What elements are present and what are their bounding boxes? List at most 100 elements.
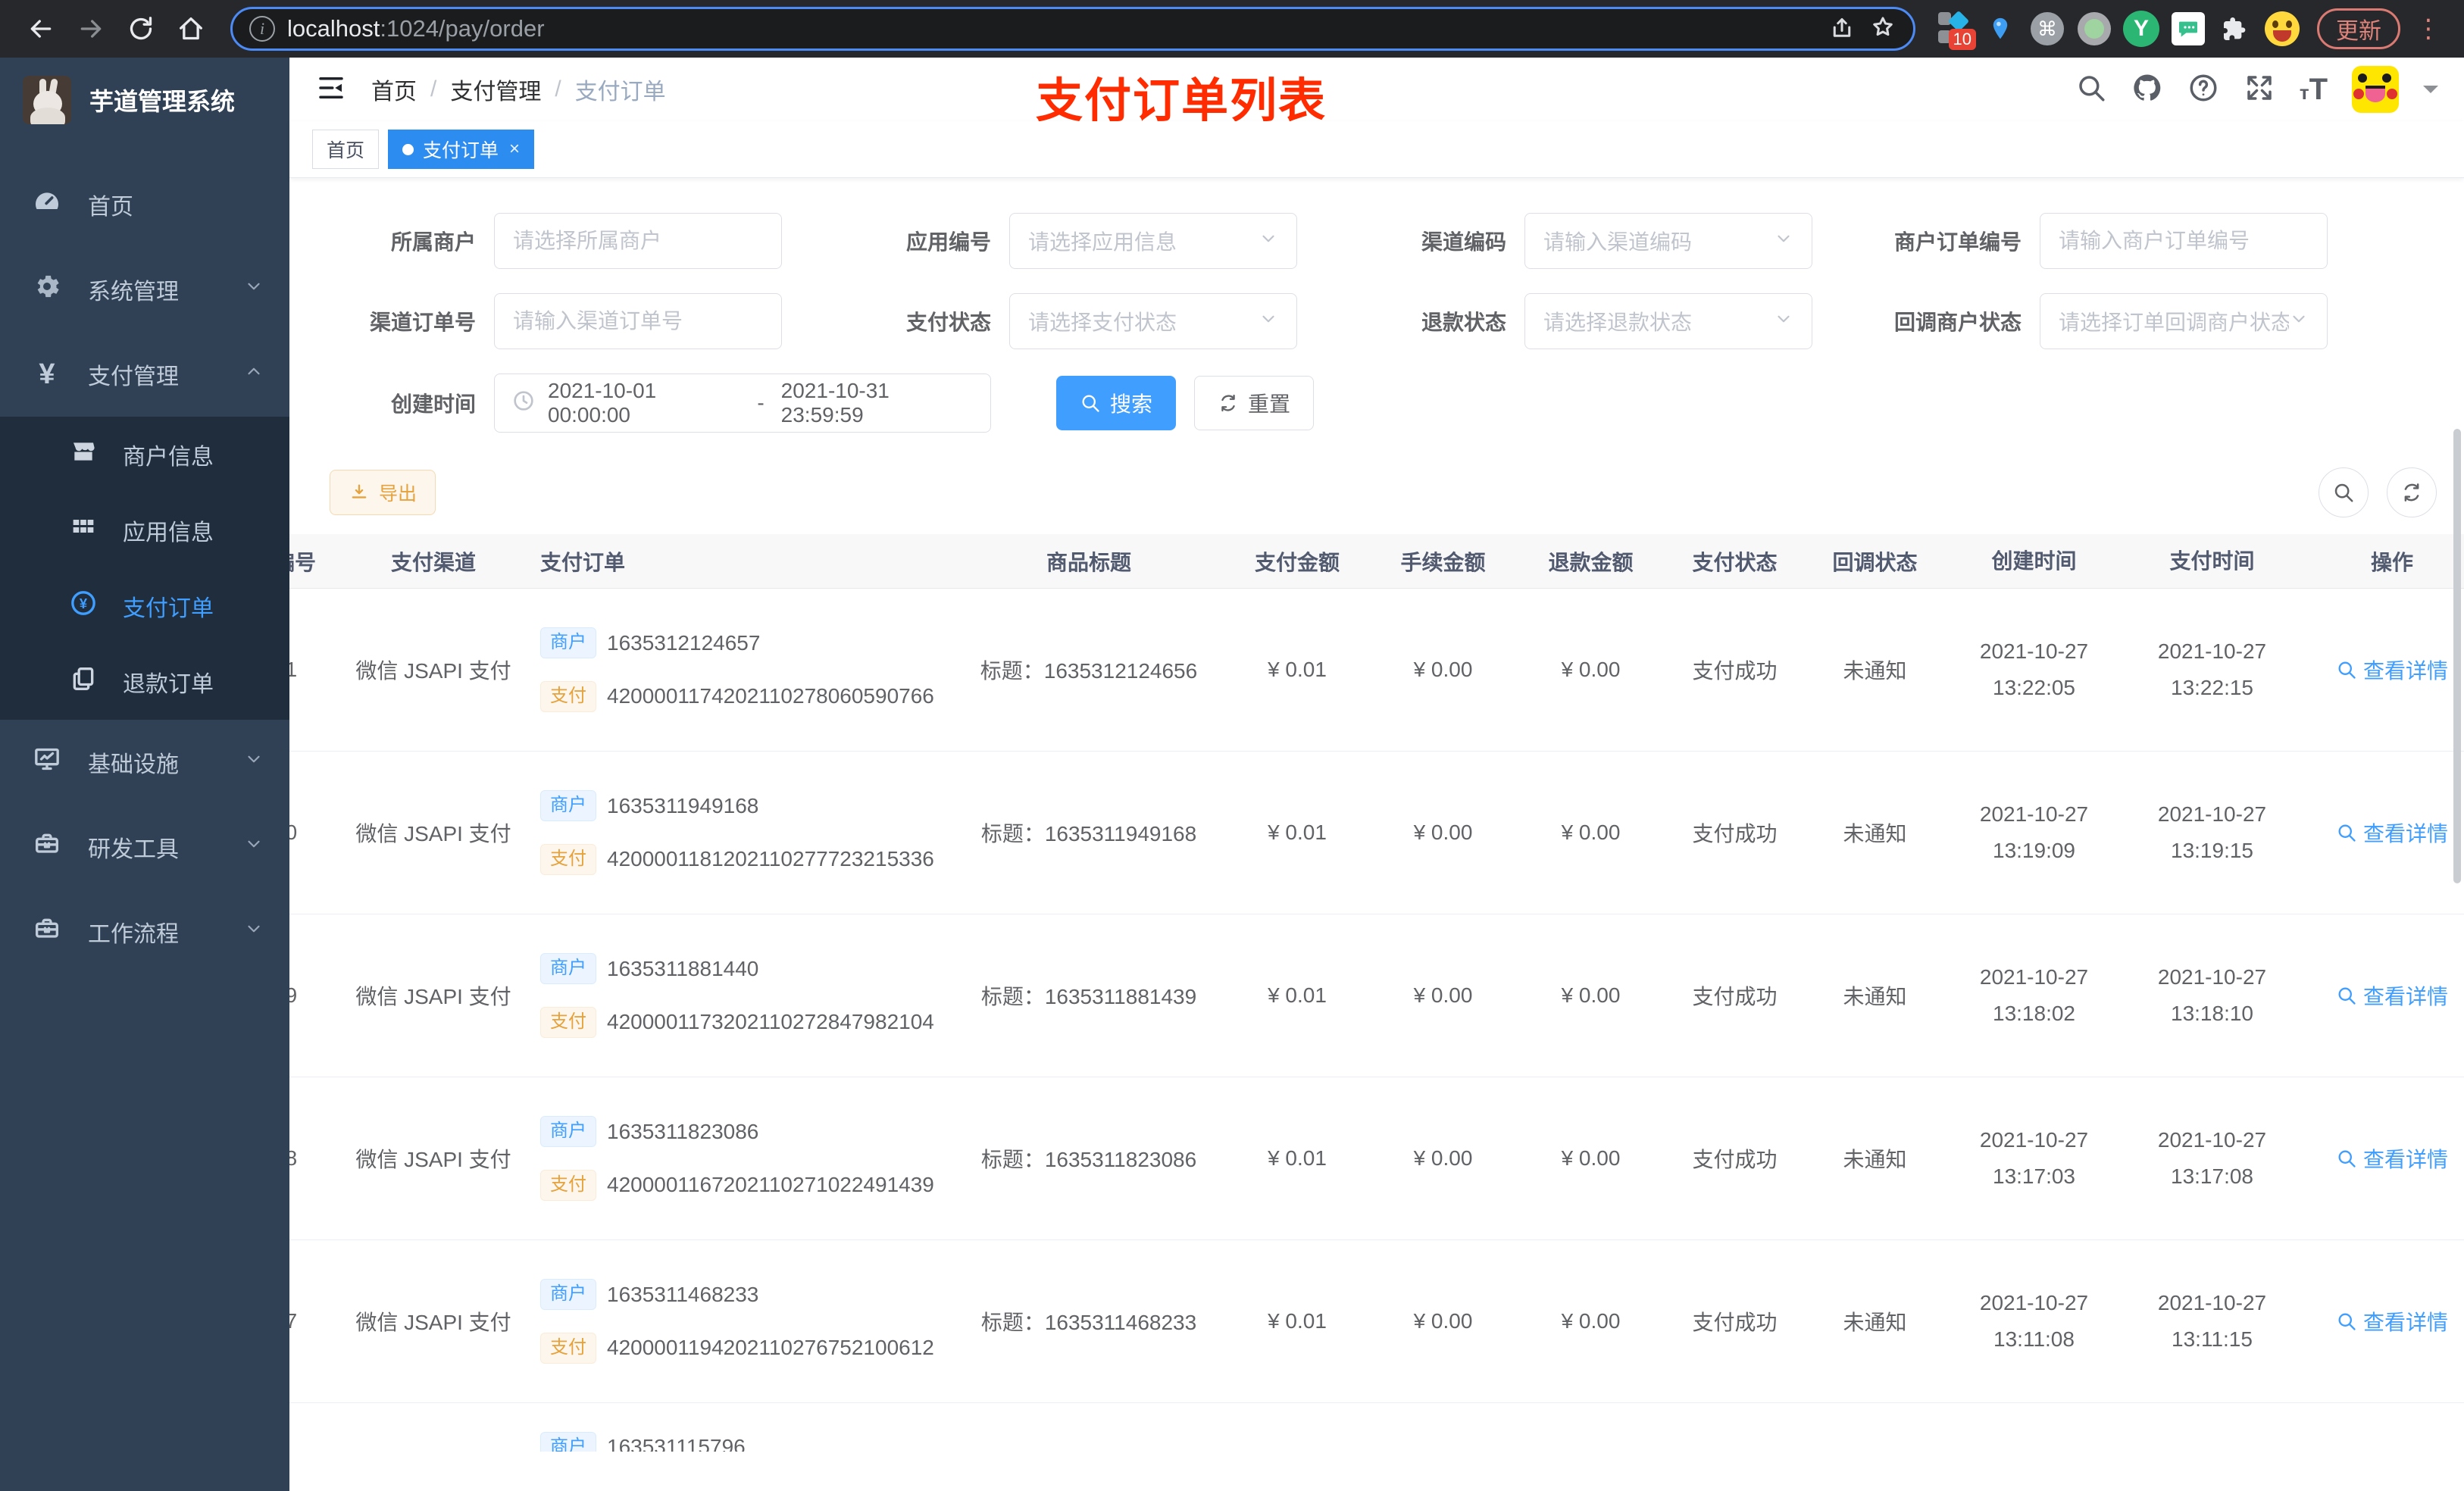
extension-chat-icon[interactable] xyxy=(2169,8,2208,50)
pay-status-select[interactable]: 请选择支付状态 xyxy=(1009,293,1297,349)
export-button[interactable]: 导出 xyxy=(330,470,436,515)
filter-row-3: 创建时间 2021-10-01 00:00:00 - 2021-10-31 23… xyxy=(302,374,2464,433)
merchant-tag: 商户 xyxy=(540,627,596,658)
gear-icon xyxy=(30,271,64,308)
view-detail-link[interactable]: 查看详情 xyxy=(2336,655,2448,685)
channel-order-no-input[interactable] xyxy=(494,293,782,349)
extension-tabs-icon[interactable]: 10 xyxy=(1934,8,1976,50)
sidebar-item-workflow[interactable]: 工作流程 xyxy=(0,889,289,974)
extension-recorder-icon[interactable] xyxy=(2075,8,2114,50)
chevron-down-icon xyxy=(1259,229,1278,254)
search-button[interactable]: 搜索 xyxy=(1056,376,1177,430)
app-title: 芋道管理系统 xyxy=(89,88,236,115)
browser-reload-button[interactable] xyxy=(120,8,162,50)
filter-notify-status: 回调商户状态 请选择订单回调商户状态 xyxy=(1847,293,2328,349)
tag-pay-order[interactable]: 支付订单 × xyxy=(388,130,535,169)
pay-tag: 支付 xyxy=(540,1170,596,1201)
hamburger-icon[interactable] xyxy=(315,72,347,108)
merchant-order-no-input[interactable] xyxy=(2040,213,2328,269)
view-detail-link[interactable]: 查看详情 xyxy=(2336,1306,2448,1336)
chrome-menu-icon[interactable]: ⋮ xyxy=(2416,14,2441,44)
github-icon[interactable] xyxy=(2131,72,2163,108)
view-detail-link[interactable]: 查看详情 xyxy=(2336,980,2448,1011)
filter-label: 商户订单编号 xyxy=(1893,230,2022,254)
merchant-tag: 商户 xyxy=(540,790,596,821)
pay-tag: 支付 xyxy=(540,1333,596,1364)
breadcrumb-pay[interactable]: 支付管理 xyxy=(450,73,541,106)
extensions-puzzle-icon[interactable] xyxy=(2215,8,2255,50)
browser-back-button[interactable] xyxy=(20,8,62,50)
date-end[interactable]: 2021-10-31 23:59:59 xyxy=(781,379,974,427)
extension-command-icon[interactable]: ⌘ xyxy=(2028,8,2067,50)
bookmark-star-icon[interactable] xyxy=(1869,14,1896,45)
sidebar-item-system[interactable]: 系统管理 xyxy=(0,247,289,332)
reset-button[interactable]: 重置 xyxy=(1194,376,1315,430)
sidebar: 芋道管理系统 首页 系统管理 ¥ 支付管理 商户信息 应用信息 支付订单 退款订… xyxy=(0,58,289,1491)
monitor-icon xyxy=(30,744,64,780)
view-detail-link[interactable]: 查看详情 xyxy=(2336,1143,2448,1174)
filter-channel-order-no: 渠道订单号 xyxy=(302,293,782,349)
chrome-update-button[interactable]: 更新 xyxy=(2317,8,2400,49)
merchant-tag: 商户 xyxy=(540,953,596,984)
col-action: 操作 xyxy=(2370,550,2413,574)
browser-home-button[interactable] xyxy=(170,8,212,50)
col-created: 创建时间 xyxy=(1991,549,2077,573)
col-fee: 手续金额 xyxy=(1400,550,1486,574)
help-icon[interactable] xyxy=(2187,72,2219,108)
documents-icon xyxy=(67,664,100,700)
vertical-scrollbar[interactable] xyxy=(2453,429,2461,883)
filter-pay-status: 支付状态 请选择支付状态 xyxy=(817,293,1297,349)
chevron-down-icon xyxy=(1774,309,1793,334)
site-info-icon[interactable]: i xyxy=(249,16,275,42)
sidebar-menu: 首页 系统管理 ¥ 支付管理 商户信息 应用信息 支付订单 退款订单 基础设施 … xyxy=(0,162,289,974)
tag-home[interactable]: 首页 xyxy=(312,130,380,169)
profile-avatar[interactable] xyxy=(2262,8,2302,50)
merchant-input[interactable] xyxy=(494,213,782,269)
filter-merchant: 所属商户 xyxy=(302,213,782,269)
col-status: 支付状态 xyxy=(1692,550,1778,574)
filter-form: 所属商户 应用编号 请选择应用信息 渠道编码 请输入渠道编码 xyxy=(289,178,2464,433)
sidebar-item-devtools[interactable]: 研发工具 xyxy=(0,805,289,889)
close-icon[interactable]: × xyxy=(509,139,520,160)
notify-status-select[interactable]: 请选择订单回调商户状态 xyxy=(2040,293,2328,349)
sidebar-item-infra[interactable]: 基础设施 xyxy=(0,720,289,805)
sidebar-item-pay-order[interactable]: 支付订单 xyxy=(0,568,289,644)
filter-create-time: 创建时间 2021-10-01 00:00:00 - 2021-10-31 23… xyxy=(302,374,991,433)
app-logo[interactable]: 芋道管理系统 xyxy=(0,58,289,142)
address-bar[interactable]: i localhost:1024/pay/order xyxy=(230,7,1915,51)
fullscreen-icon[interactable] xyxy=(2244,72,2275,108)
view-detail-link[interactable]: 查看详情 xyxy=(2336,817,2448,848)
browser-forward-button[interactable] xyxy=(70,8,112,50)
sidebar-item-refund-order[interactable]: 退款订单 xyxy=(0,644,289,720)
avatar-caret-icon[interactable] xyxy=(2423,86,2438,101)
sidebar-item-pay[interactable]: ¥ 支付管理 xyxy=(0,332,289,417)
font-size-icon[interactable]: ᴛT xyxy=(2300,73,2328,107)
filter-refund-status: 退款状态 请选择退款状态 xyxy=(1332,293,1812,349)
share-icon[interactable] xyxy=(1828,14,1856,45)
extension-y-icon[interactable]: Y xyxy=(2122,8,2161,50)
app-id-select[interactable]: 请选择应用信息 xyxy=(1009,213,1297,269)
breadcrumb-separator: / xyxy=(430,77,437,102)
col-paid: 支付时间 xyxy=(2169,549,2255,573)
pay-tag: 支付 xyxy=(540,1007,596,1038)
sidebar-item-merchant-info[interactable]: 商户信息 xyxy=(0,417,289,492)
refresh-table-button[interactable] xyxy=(2387,467,2437,517)
sidebar-item-home[interactable]: 首页 xyxy=(0,162,289,247)
breadcrumb-home[interactable]: 首页 xyxy=(371,73,417,106)
sidebar-item-label: 退款订单 xyxy=(123,672,214,697)
date-separator: - xyxy=(757,391,765,414)
user-avatar[interactable] xyxy=(2352,66,2399,113)
extension-pin-icon[interactable] xyxy=(1981,8,2020,50)
table-row: 21 微信 JSAPI 支付 商户1635312124657 支付4200001… xyxy=(289,589,2464,752)
refund-status-select[interactable]: 请选择退款状态 xyxy=(1524,293,1812,349)
header-search-icon[interactable] xyxy=(2075,72,2107,108)
date-range-picker[interactable]: 2021-10-01 00:00:00 - 2021-10-31 23:59:5… xyxy=(494,374,991,433)
col-id: 编号 xyxy=(289,550,317,574)
sidebar-item-app-info[interactable]: 应用信息 xyxy=(0,492,289,568)
grid-icon xyxy=(67,512,100,549)
filter-row-2: 渠道订单号 支付状态 请选择支付状态 退款状态 请选择退款状态 xyxy=(302,293,2464,349)
date-start[interactable]: 2021-10-01 00:00:00 xyxy=(548,379,740,427)
chevron-down-icon xyxy=(2289,309,2309,334)
channel-code-select[interactable]: 请输入渠道编码 xyxy=(1524,213,1812,269)
toggle-search-button[interactable] xyxy=(2319,467,2369,517)
